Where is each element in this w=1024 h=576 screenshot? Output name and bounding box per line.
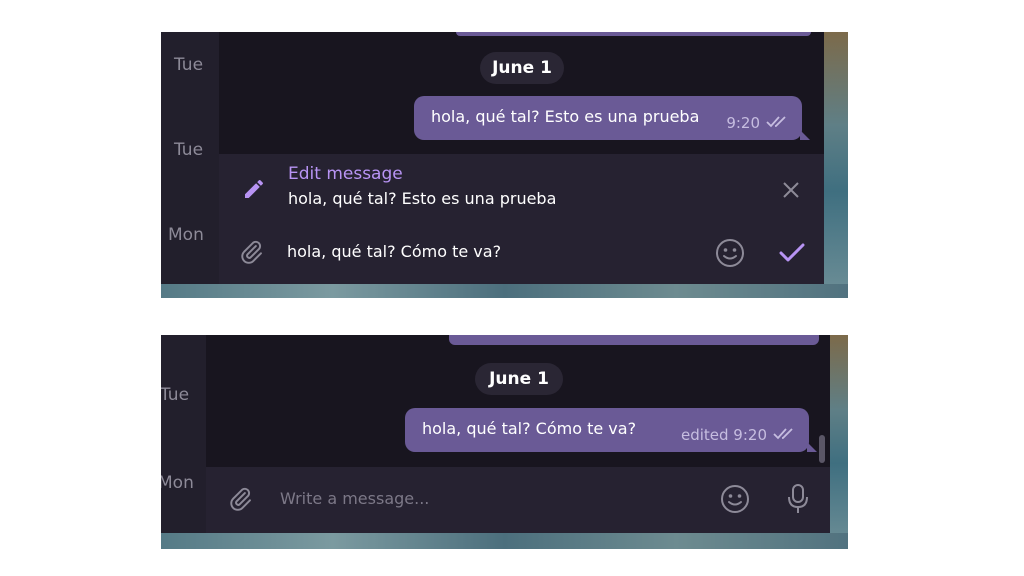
wallpaper-strip bbox=[161, 284, 848, 298]
message-meta: edited 9:20 bbox=[681, 426, 797, 444]
chat-wallpaper bbox=[824, 32, 848, 298]
chat-list-sidebar: Tue Mon bbox=[161, 335, 206, 549]
message-text: hola, qué tal? Cómo te va? bbox=[422, 419, 637, 438]
date-separator: June 1 bbox=[480, 52, 564, 84]
checkmark-icon[interactable] bbox=[775, 236, 809, 270]
date-separator: June 1 bbox=[475, 363, 563, 395]
previous-message-edge bbox=[449, 335, 819, 345]
wallpaper-strip bbox=[161, 533, 848, 549]
microphone-icon[interactable] bbox=[781, 481, 815, 517]
message-text: hola, qué tal? Esto es una prueba bbox=[431, 107, 700, 126]
paperclip-icon[interactable] bbox=[224, 483, 256, 515]
message-composer: Write a message... bbox=[206, 467, 830, 533]
double-check-icon bbox=[766, 114, 790, 132]
chat-list-sidebar: Tue Tue Mon bbox=[161, 32, 219, 298]
message-bubble-outgoing[interactable]: hola, qué tal? Esto es una prueba 9:20 bbox=[414, 96, 802, 140]
chat-window-edited: Tue Mon June 1 hola, qué tal? Cómo te va… bbox=[161, 335, 848, 549]
message-input[interactable]: hola, qué tal? Cómo te va? bbox=[287, 242, 501, 261]
chat-list-date[interactable]: Tue bbox=[161, 385, 189, 405]
message-time: 9:20 bbox=[726, 114, 760, 132]
chat-list-date[interactable]: Mon bbox=[161, 473, 194, 493]
double-check-icon bbox=[773, 426, 797, 444]
message-input[interactable]: Write a message... bbox=[280, 489, 429, 508]
message-area[interactable]: June 1 hola, qué tal? Esto es una prueba… bbox=[219, 32, 824, 154]
bubble-tail bbox=[800, 130, 810, 140]
edit-title: Edit message bbox=[288, 164, 403, 184]
message-time: edited 9:20 bbox=[680, 426, 767, 444]
message-area[interactable]: June 1 hola, qué tal? Cómo te va? edited… bbox=[206, 335, 830, 467]
chat-window-editing: Tue Tue Mon June 1 hola, qué tal? Esto e… bbox=[161, 32, 848, 298]
chat-list-date[interactable]: Tue bbox=[174, 55, 203, 75]
edit-preview: hola, qué tal? Esto es una prueba bbox=[288, 189, 557, 208]
chat-list-date[interactable]: Mon bbox=[168, 225, 204, 245]
edit-panel: Edit message hola, qué tal? Esto es una … bbox=[219, 154, 824, 298]
scrollbar-thumb[interactable] bbox=[819, 435, 825, 463]
chat-wallpaper bbox=[830, 335, 848, 549]
bubble-tail bbox=[807, 442, 817, 452]
message-meta: 9:20 bbox=[726, 114, 790, 132]
close-icon[interactable] bbox=[776, 175, 806, 205]
pencil-icon bbox=[239, 174, 269, 204]
previous-message-edge bbox=[456, 32, 811, 36]
message-bubble-outgoing[interactable]: hola, qué tal? Cómo te va? edited 9:20 bbox=[405, 408, 809, 452]
smiley-icon[interactable] bbox=[718, 482, 752, 516]
smiley-icon[interactable] bbox=[713, 236, 747, 270]
chat-list-date[interactable]: Tue bbox=[174, 140, 203, 160]
paperclip-icon[interactable] bbox=[235, 236, 267, 268]
